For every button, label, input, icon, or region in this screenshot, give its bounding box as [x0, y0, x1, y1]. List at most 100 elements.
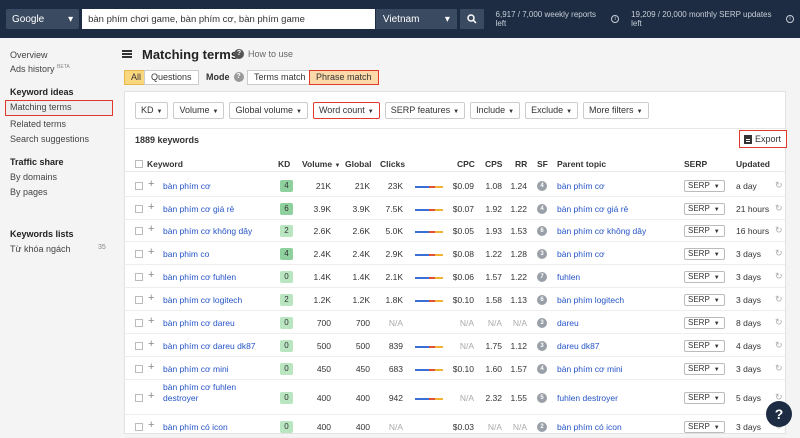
engine-select[interactable]: Google ▾	[6, 9, 80, 29]
add-plus-icon[interactable]: +	[148, 361, 154, 373]
filter-volume[interactable]: Volume ▼	[173, 102, 225, 119]
parent-topic-link[interactable]: dareu dk87	[557, 341, 667, 352]
parent-topic-link[interactable]: bàn phím có icon	[557, 422, 667, 433]
add-plus-icon[interactable]: +	[148, 338, 154, 350]
col-cps[interactable]: CPS	[485, 159, 502, 169]
row-checkbox[interactable]	[135, 273, 143, 281]
serp-dropdown[interactable]: SERP ▼	[684, 180, 725, 192]
terms-match-button[interactable]: Terms match	[247, 70, 313, 85]
sidebar-item-search-suggestions[interactable]: Search suggestions	[10, 134, 89, 144]
parent-topic-link[interactable]: bàn phím cơ không dây	[557, 226, 667, 237]
add-plus-icon[interactable]: +	[148, 178, 154, 190]
add-plus-icon[interactable]: +	[148, 269, 154, 281]
col-updated[interactable]: Updated	[736, 159, 770, 169]
sidebar-item-by-pages[interactable]: By pages	[10, 187, 48, 197]
serp-dropdown[interactable]: SERP ▼	[684, 294, 725, 306]
col-global[interactable]: Global	[345, 159, 371, 169]
sidebar-item-related-terms[interactable]: Related terms	[10, 119, 66, 129]
row-checkbox[interactable]	[135, 182, 143, 190]
parent-topic-link[interactable]: bàn phím cơ	[557, 181, 667, 192]
filter-serp-features[interactable]: SERP features ▼	[384, 102, 466, 119]
refresh-icon[interactable]: ↻	[775, 248, 783, 259]
sidebar-item-matching-terms[interactable]: Matching terms	[5, 100, 113, 116]
parent-topic-link[interactable]: bàn phím cơ mini	[557, 364, 667, 375]
col-parent-topic[interactable]: Parent topic	[557, 159, 606, 169]
tab-questions[interactable]: Questions	[144, 70, 199, 85]
keyword-link[interactable]: bàn phím cơ logitech	[163, 295, 268, 306]
parent-topic-link[interactable]: bàn phím logitech	[557, 295, 667, 306]
keyword-link[interactable]: bàn phím cơ	[163, 181, 268, 192]
row-checkbox[interactable]	[135, 250, 143, 258]
serp-dropdown[interactable]: SERP ▼	[684, 203, 725, 215]
row-checkbox[interactable]	[135, 227, 143, 235]
col-volume[interactable]: Volume ▼	[302, 159, 340, 169]
filter-kd[interactable]: KD ▼	[135, 102, 169, 119]
row-checkbox[interactable]	[135, 423, 143, 431]
row-checkbox[interactable]	[135, 365, 143, 373]
add-plus-icon[interactable]: +	[148, 315, 154, 327]
col-kd[interactable]: KD	[278, 159, 290, 169]
keyword-link[interactable]: bàn phím cơ dareu	[163, 318, 268, 329]
keyword-link[interactable]: bàn phím có icon	[163, 422, 268, 433]
keyword-link[interactable]: bàn phím cơ dareu dk87	[163, 341, 268, 352]
refresh-icon[interactable]: ↻	[775, 340, 783, 351]
keyword-link[interactable]: bàn phím cơ fuhlen	[163, 272, 268, 283]
col-rr[interactable]: RR	[515, 159, 527, 169]
serp-dropdown[interactable]: SERP ▼	[684, 317, 725, 329]
keyword-link[interactable]: ban phim co	[163, 249, 268, 260]
col-sf[interactable]: SF	[537, 159, 548, 169]
keyword-link[interactable]: bàn phím cơ giá rẻ	[163, 204, 268, 215]
serp-dropdown[interactable]: SERP ▼	[684, 248, 725, 260]
keyword-link[interactable]: bàn phím cơ không dây	[163, 226, 268, 237]
col-cpc[interactable]: CPC	[457, 159, 475, 169]
add-plus-icon[interactable]: +	[148, 246, 154, 258]
refresh-icon[interactable]: ↻	[775, 294, 783, 305]
filter-include[interactable]: Include ▼	[470, 102, 521, 119]
sidebar-item-overview[interactable]: Overview	[10, 50, 48, 60]
filter-word-count[interactable]: Word count ▼	[312, 102, 380, 119]
country-select[interactable]: Vietnam ▾	[375, 9, 457, 29]
add-plus-icon[interactable]: +	[148, 419, 154, 431]
add-plus-icon[interactable]: +	[148, 201, 154, 213]
parent-topic-link[interactable]: dareu	[557, 318, 667, 329]
parent-topic-link[interactable]: bàn phím cơ giá rẻ	[557, 204, 667, 215]
filter-exclude[interactable]: Exclude ▼	[525, 102, 579, 119]
keyword-link[interactable]: bàn phím cơ mini	[163, 364, 268, 375]
sidebar-item-list[interactable]: Từ khóa ngách	[10, 244, 71, 254]
add-plus-icon[interactable]: +	[148, 292, 154, 304]
add-plus-icon[interactable]: +	[148, 390, 154, 402]
refresh-icon[interactable]: ↻	[775, 317, 783, 328]
add-plus-icon[interactable]: +	[148, 223, 154, 235]
filter-more[interactable]: More filters ▼	[583, 102, 649, 119]
parent-topic-link[interactable]: fuhlen destroyer	[557, 393, 667, 404]
refresh-icon[interactable]: ↻	[775, 363, 783, 374]
serp-dropdown[interactable]: SERP ▼	[684, 363, 725, 375]
keyword-link[interactable]: bàn phím cơ fuhlen destroyer	[163, 382, 268, 404]
parent-topic-link[interactable]: fuhlen	[557, 272, 667, 283]
row-checkbox[interactable]	[135, 319, 143, 327]
serp-dropdown[interactable]: SERP ▼	[684, 392, 725, 404]
select-all-checkbox[interactable]	[135, 160, 143, 168]
parent-topic-link[interactable]: bàn phím cơ	[557, 249, 667, 260]
row-checkbox[interactable]	[135, 394, 143, 402]
export-button[interactable]: Export	[739, 130, 787, 148]
serp-dropdown[interactable]: SERP ▼	[684, 271, 725, 283]
row-checkbox[interactable]	[135, 296, 143, 304]
sidebar-item-by-domains[interactable]: By domains	[10, 172, 57, 182]
row-checkbox[interactable]	[135, 205, 143, 213]
filter-global-volume[interactable]: Global volume ▼	[229, 102, 308, 119]
serp-dropdown[interactable]: SERP ▼	[684, 421, 725, 433]
serp-dropdown[interactable]: SERP ▼	[684, 340, 725, 352]
phrase-match-button[interactable]: Phrase match	[309, 70, 379, 85]
search-button[interactable]	[459, 9, 484, 29]
menu-icon[interactable]	[122, 50, 132, 58]
refresh-icon[interactable]: ↻	[775, 225, 783, 236]
refresh-icon[interactable]: ↻	[775, 180, 783, 191]
search-input[interactable]: bàn phím chơi game, bàn phím cơ, bàn phí…	[82, 9, 375, 29]
col-clicks[interactable]: Clicks	[380, 159, 405, 169]
row-checkbox[interactable]	[135, 342, 143, 350]
how-to-use-link[interactable]: ? How to use	[234, 49, 293, 59]
serp-dropdown[interactable]: SERP ▼	[684, 225, 725, 237]
sidebar-item-ads-history[interactable]: Ads history BETA	[10, 64, 70, 74]
refresh-icon[interactable]: ↻	[775, 203, 783, 214]
